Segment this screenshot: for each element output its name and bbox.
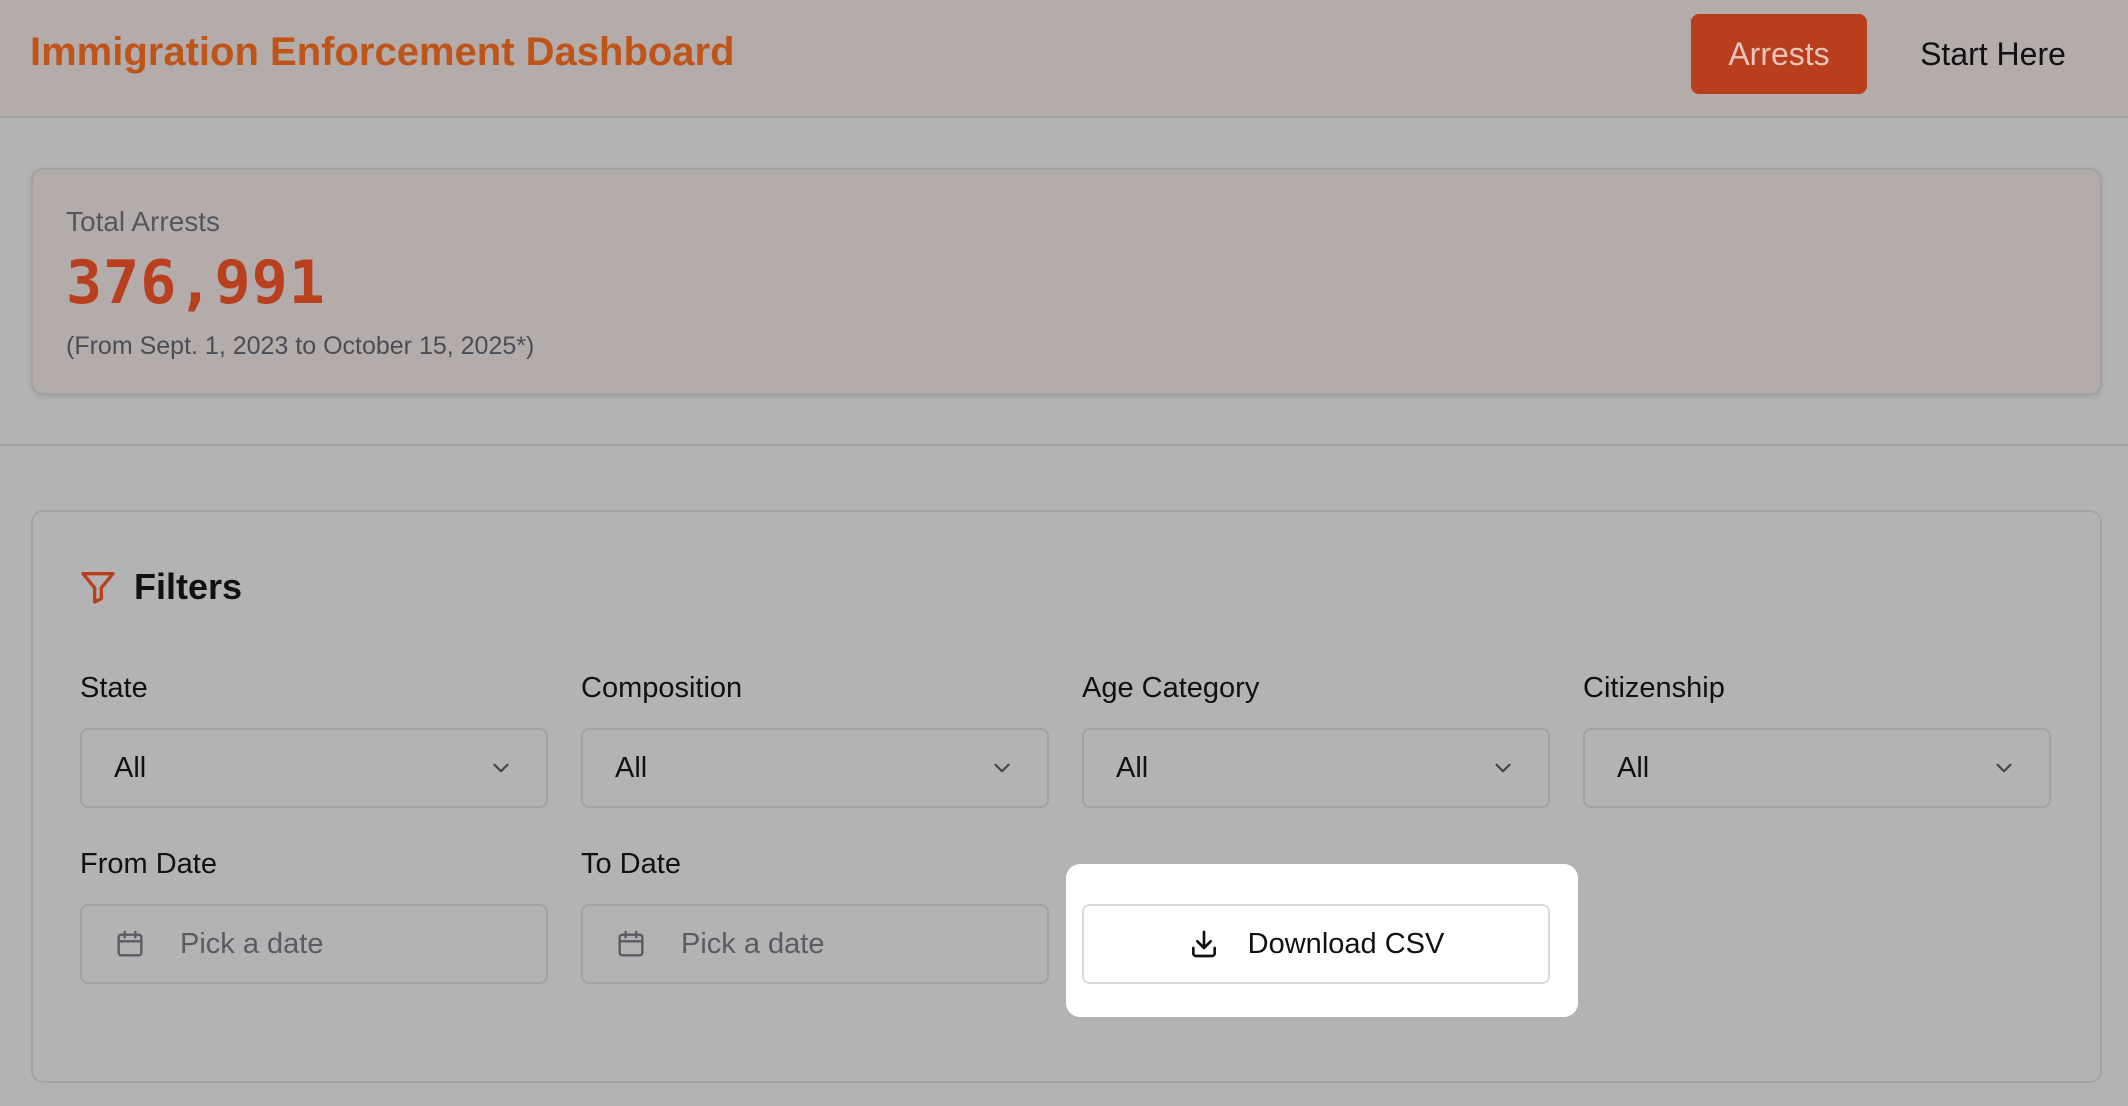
top-navigation-bar: Immigration Enforcement Dashboard Arrest…: [0, 0, 2128, 118]
total-arrests-value: 376,991: [66, 248, 326, 318]
state-select-value: All: [114, 751, 147, 784]
to-date-picker[interactable]: Pick a date: [581, 904, 1049, 984]
download-highlight: Download CSV: [1066, 864, 1578, 1017]
filters-title: Filters: [134, 566, 243, 607]
composition-label: Composition: [581, 672, 743, 704]
age-category-select-value: All: [1116, 751, 1149, 784]
chevron-down-icon: [488, 755, 514, 781]
citizenship-select-value: All: [1617, 751, 1650, 784]
total-arrests-card: Total Arrests 376,991 (From Sept. 1, 202…: [31, 168, 2102, 395]
age-category-select[interactable]: All: [1082, 728, 1550, 808]
download-csv-button[interactable]: Download CSV: [1082, 904, 1550, 984]
calendar-icon: [615, 928, 647, 960]
composition-select[interactable]: All: [581, 728, 1049, 808]
from-date-placeholder: Pick a date: [180, 927, 324, 960]
download-csv-label: Download CSV: [1247, 927, 1445, 960]
state-select[interactable]: All: [80, 728, 548, 808]
age-category-label: Age Category: [1082, 672, 1260, 704]
download-icon: [1188, 928, 1220, 960]
section-divider: [0, 444, 2128, 446]
app-title: Immigration Enforcement Dashboard: [30, 30, 735, 74]
nav-start-here-link[interactable]: Start Here: [1888, 14, 2098, 94]
citizenship-select[interactable]: All: [1583, 728, 2051, 808]
nav-arrests-button[interactable]: Arrests: [1691, 14, 1867, 94]
chevron-down-icon: [1991, 755, 2017, 781]
chevron-down-icon: [989, 755, 1015, 781]
citizenship-label: Citizenship: [1583, 672, 1725, 704]
chevron-down-icon: [1490, 755, 1516, 781]
to-date-placeholder: Pick a date: [681, 927, 825, 960]
calendar-icon: [114, 928, 146, 960]
from-date-label: From Date: [80, 848, 217, 880]
composition-select-value: All: [615, 751, 648, 784]
total-arrests-label: Total Arrests: [66, 206, 221, 237]
from-date-picker[interactable]: Pick a date: [80, 904, 548, 984]
date-range-note: (From Sept. 1, 2023 to October 15, 2025*…: [66, 332, 535, 360]
to-date-label: To Date: [581, 848, 681, 880]
state-label: State: [80, 672, 148, 704]
filters-header: Filters: [78, 566, 242, 608]
filter-icon: [78, 567, 118, 607]
